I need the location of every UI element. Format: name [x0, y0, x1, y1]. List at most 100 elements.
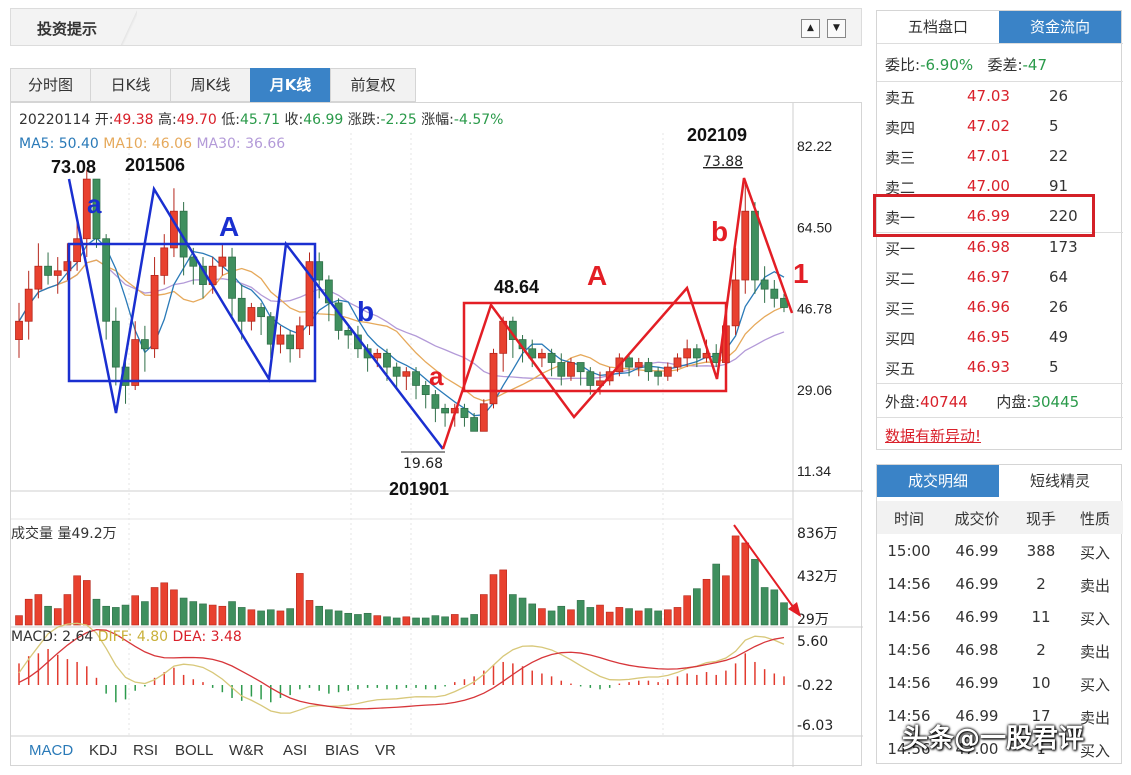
candle-body[interactable]: [770, 288, 779, 299]
candle-body[interactable]: [692, 348, 701, 359]
candle-body[interactable]: [295, 325, 304, 350]
trade-price: 46.99: [955, 674, 999, 692]
kline-chart[interactable]: 82.22 64.50 46.78 29.06 11.34 836万 432万 29万 5.60…: [11, 103, 863, 767]
candle-body[interactable]: [73, 238, 82, 263]
tab-period-3[interactable]: 月K线: [250, 68, 330, 102]
volume-bar: [363, 612, 372, 626]
triangle-up-icon[interactable]: ▲: [801, 19, 820, 38]
candle-body[interactable]: [673, 357, 682, 368]
candle-body[interactable]: [373, 352, 382, 359]
volume-bar: [605, 611, 614, 626]
candle-body[interactable]: [460, 407, 469, 418]
chg-label: 涨跌:: [347, 112, 381, 128]
candle-body[interactable]: [402, 371, 411, 377]
candle-body[interactable]: [247, 307, 256, 322]
level-volume: 64: [1049, 268, 1069, 286]
tab-five-level[interactable]: 五档盘口: [877, 11, 999, 43]
volume-bar: [218, 605, 227, 626]
candle-body[interactable]: [131, 339, 140, 386]
tab-period-4[interactable]: 前复权: [330, 68, 416, 102]
candle-body[interactable]: [751, 210, 759, 281]
volume-bar: [237, 607, 246, 626]
candle-body[interactable]: [538, 352, 546, 359]
candle-body[interactable]: [53, 270, 62, 276]
triangle-down-icon[interactable]: ▼: [827, 19, 846, 38]
trade-price: 46.98: [955, 641, 999, 659]
candle-body[interactable]: [683, 348, 692, 359]
candle-body[interactable]: [24, 288, 33, 322]
candle-body[interactable]: [344, 330, 353, 336]
level-name: 买三: [885, 300, 916, 318]
indicator-tab-boll[interactable]: BOLL: [175, 742, 213, 759]
candle-body[interactable]: [140, 339, 149, 350]
high-label: 高:: [157, 112, 177, 128]
candle-body[interactable]: [654, 371, 663, 377]
indicator-tab-asi[interactable]: ASI: [283, 742, 307, 759]
ohlc-info: 20220114 开:49.38 高:49.70 低:45.71 收:46.99…: [19, 109, 503, 129]
high2-price-label: 73.88: [703, 154, 743, 170]
sells-level-row: 卖五 47.03 26: [877, 82, 1123, 112]
candle-body[interactable]: [150, 274, 159, 350]
volume-bar: [286, 608, 294, 626]
volume-bar: [780, 602, 788, 626]
candle-body[interactable]: [441, 407, 449, 414]
low-date-label: 201901: [389, 479, 449, 499]
indicator-tab-macd[interactable]: MACD: [29, 742, 73, 759]
candle-body[interactable]: [383, 352, 391, 368]
quote-tabs: 五档盘口 资金流向: [877, 11, 1121, 43]
candle-body[interactable]: [731, 279, 740, 327]
macd-info: MACD: 2.64 DIFF: 4.80 DEA: 3.48: [11, 629, 242, 645]
candle-body[interactable]: [625, 357, 633, 368]
candle-body[interactable]: [547, 352, 556, 363]
candle-body[interactable]: [644, 362, 653, 373]
alert-link[interactable]: 数据有新异动!: [885, 425, 981, 446]
tab-period-1[interactable]: 日K线: [90, 68, 170, 102]
volume-bar: [373, 615, 382, 626]
candle-body[interactable]: [557, 362, 566, 377]
candle-body[interactable]: [586, 371, 595, 386]
volume-bar: [315, 605, 323, 626]
candle-body[interactable]: [489, 352, 498, 405]
candle-body[interactable]: [760, 279, 769, 290]
level-price: 46.98: [967, 238, 1010, 256]
tab-period-2[interactable]: 周K线: [170, 68, 250, 102]
candle-body[interactable]: [228, 256, 236, 299]
trade-time: 14:56: [887, 608, 931, 626]
indicator-tab-rsi[interactable]: RSI: [133, 742, 158, 759]
candle-body[interactable]: [218, 256, 227, 267]
candle-body[interactable]: [160, 247, 169, 276]
divider: [877, 383, 1123, 384]
trade-type: 买入: [1079, 544, 1110, 562]
tab-short-term[interactable]: 短线精灵: [999, 465, 1121, 497]
indicator-tab-kdj[interactable]: KDJ: [89, 742, 117, 759]
tab-period-0[interactable]: 分时图: [10, 68, 90, 102]
candle-body[interactable]: [663, 366, 672, 377]
candle-body[interactable]: [237, 297, 246, 322]
tab-fund-flow[interactable]: 资金流向: [999, 11, 1121, 43]
volume-tick-label: 836万: [797, 526, 838, 542]
candle-body[interactable]: [102, 238, 111, 322]
candle-body[interactable]: [470, 417, 479, 432]
candle-body[interactable]: [634, 362, 643, 368]
candle-body[interactable]: [111, 320, 120, 368]
candle-body[interactable]: [315, 261, 324, 281]
candle-body[interactable]: [479, 403, 488, 432]
candle-body[interactable]: [431, 394, 440, 409]
volume-bar: [44, 605, 52, 626]
candle-body[interactable]: [257, 307, 265, 318]
candle-body[interactable]: [567, 362, 575, 377]
candle-body[interactable]: [286, 334, 295, 350]
candle-body[interactable]: [44, 265, 52, 276]
candle-body[interactable]: [392, 366, 401, 377]
indicator-tab-bias[interactable]: BIAS: [325, 742, 359, 759]
indicator-tab-wr[interactable]: W&R: [229, 742, 264, 759]
candle-body[interactable]: [15, 320, 23, 340]
indicator-tab-vr[interactable]: VR: [375, 742, 396, 759]
macd-value: MACD: 2.64: [11, 629, 94, 645]
candle-body[interactable]: [276, 334, 285, 345]
candle-body[interactable]: [576, 362, 585, 373]
candle-body[interactable]: [34, 265, 43, 290]
tab-trade-detail[interactable]: 成交明细: [877, 465, 999, 497]
candle-body[interactable]: [741, 210, 750, 281]
candle-body[interactable]: [412, 371, 420, 386]
